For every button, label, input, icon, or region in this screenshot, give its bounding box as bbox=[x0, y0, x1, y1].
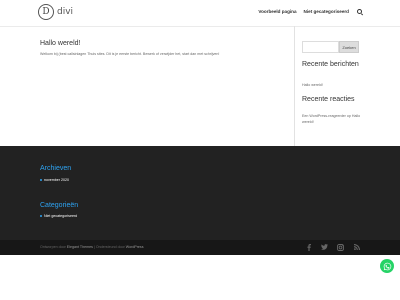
site-header: D divi Voorbeeld pagina Niet gecategoris… bbox=[0, 0, 400, 26]
credits-mid: | Ondersteund door bbox=[93, 245, 125, 249]
footer-bottom-bar: Ontworpen door Elegant Themes | Onderste… bbox=[0, 240, 400, 255]
category-link-label: Niet gecategoriseerd bbox=[44, 214, 78, 218]
facebook-icon[interactable] bbox=[305, 243, 312, 251]
post-title[interactable]: Hallo wereld! bbox=[40, 40, 80, 47]
recent-posts-title: Recente berichten bbox=[302, 61, 359, 68]
archive-link[interactable]: november 2020 bbox=[40, 178, 69, 182]
main-nav: Voorbeeld pagina Niet gecategoriseerd bbox=[251, 9, 362, 14]
logo-mark: D bbox=[38, 4, 54, 20]
category-link[interactable]: Niet gecategoriseerd bbox=[40, 214, 77, 218]
twitter-icon[interactable] bbox=[321, 243, 328, 251]
main-content: Hallo wereld! Welkom bij (best callsinla… bbox=[38, 26, 362, 146]
recent-post-link[interactable]: Hallo wereld! bbox=[302, 82, 323, 88]
social-icons bbox=[296, 243, 360, 251]
search-input[interactable] bbox=[302, 41, 339, 53]
bullet-icon bbox=[40, 179, 42, 181]
whatsapp-icon[interactable] bbox=[380, 259, 394, 273]
nav-item-uncategorized[interactable]: Niet gecategoriseerd bbox=[304, 9, 349, 14]
rss-icon[interactable] bbox=[353, 243, 360, 251]
post-excerpt: Welkom bij (best callsinlagen Thuis site… bbox=[40, 52, 220, 56]
search-icon[interactable] bbox=[357, 9, 362, 14]
footer-credits: Ontworpen door Elegant Themes | Onderste… bbox=[40, 245, 144, 249]
archives-title: Archieven bbox=[40, 165, 72, 172]
recent-comment-link[interactable]: Een WordPress-reageerder op Hallo wereld… bbox=[302, 113, 362, 125]
credits-prefix: Ontworpen door bbox=[40, 245, 66, 249]
recent-comments-title: Recente reacties bbox=[302, 96, 355, 103]
archive-link-label: november 2020 bbox=[44, 178, 69, 182]
instagram-icon[interactable] bbox=[337, 243, 344, 251]
sidebar-divider bbox=[294, 26, 295, 146]
footer-widgets: Archieven november 2020 Categorieën Niet… bbox=[0, 146, 400, 240]
logo-text: divi bbox=[57, 7, 74, 17]
credits-theme-link[interactable]: Elegant Themes bbox=[67, 245, 93, 249]
bullet-icon bbox=[40, 215, 42, 217]
sidebar-search: Zoeken bbox=[302, 41, 359, 53]
site-logo[interactable]: D divi bbox=[38, 4, 73, 20]
credits-wordpress-link[interactable]: WordPress bbox=[126, 245, 144, 249]
nav-item-sample-page[interactable]: Voorbeeld pagina bbox=[258, 9, 296, 14]
categories-title: Categorieën bbox=[40, 202, 79, 209]
search-button[interactable]: Zoeken bbox=[339, 41, 359, 53]
